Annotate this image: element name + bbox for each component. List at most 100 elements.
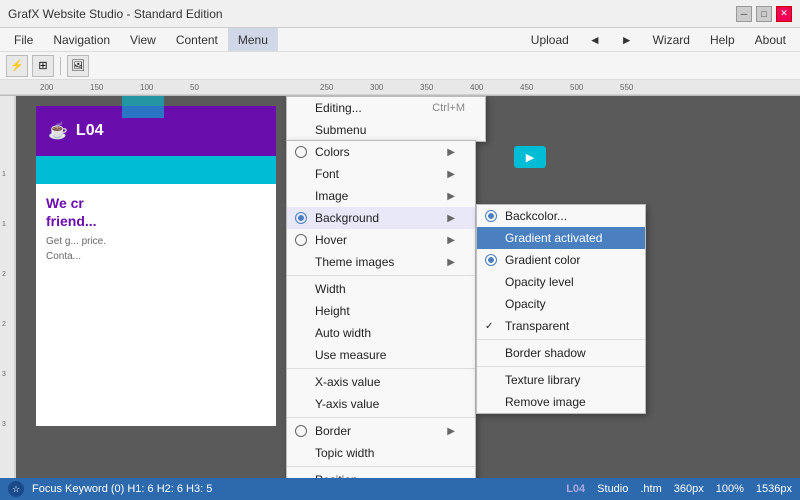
menu-position[interactable]: Position [287, 469, 475, 478]
menu-font[interactable]: Font ▶ [287, 163, 475, 185]
status-right: L04 Studio .htm 360px 100% 1536px [566, 483, 792, 495]
status-text: Focus Keyword (0) H1: 6 H2: 6 H3: 5 [32, 483, 212, 495]
svg-text:1: 1 [2, 171, 6, 178]
vertical-ruler: 50 1 1 2 2 3 3 [0, 96, 16, 478]
title-bar: GrafX Website Studio - Standard Edition … [0, 0, 800, 28]
svg-text:150: 150 [90, 83, 104, 92]
site-content: We crfriend... Get g... price. Conta... [36, 184, 276, 272]
canvas-area: ☕ L04 We crfriend... Get g... price. Con… [16, 96, 800, 478]
status-bar: ☆ Focus Keyword (0) H1: 6 H2: 6 H3: 5 L0… [0, 478, 800, 500]
svg-text:2: 2 [2, 321, 6, 328]
maximize-button[interactable]: □ [756, 6, 772, 22]
toolbar-btn-1[interactable]: ⚡ [6, 55, 28, 77]
toolbar-separator [60, 57, 61, 75]
sep3 [287, 417, 475, 418]
svg-text:2: 2 [2, 271, 6, 278]
bg-opacity-level[interactable]: Opacity level [477, 271, 645, 293]
menu-x-axis[interactable]: X-axis value [287, 371, 475, 393]
menu-use-measure[interactable]: Use measure [287, 344, 475, 366]
sep4 [287, 466, 475, 467]
bg-gradient-activated[interactable]: Gradient activated [477, 227, 645, 249]
menu-navigation[interactable]: Navigation [43, 28, 120, 51]
menu-background[interactable]: Background ▶ [287, 207, 475, 229]
status-studio: Studio [597, 483, 628, 495]
svg-text:3: 3 [2, 421, 6, 428]
close-button[interactable]: ✕ [776, 6, 792, 22]
bg-gradient-color[interactable]: Gradient color [477, 249, 645, 271]
svg-text:550: 550 [620, 83, 634, 92]
window-controls: ─ □ ✕ [736, 6, 792, 22]
toolbar: ⚡ ⊞ 🖼 [0, 52, 800, 80]
menu-theme-images[interactable]: Theme images ▶ [287, 251, 475, 273]
menu-view[interactable]: View [120, 28, 166, 51]
menu-bar: File Navigation View Content Menu Upload… [0, 28, 800, 52]
site-contact: Conta... [46, 251, 266, 262]
menu-height[interactable]: Height [287, 300, 475, 322]
menu-image[interactable]: Image ▶ [287, 185, 475, 207]
menu-width[interactable]: Width [287, 278, 475, 300]
menu-content[interactable]: Content [166, 28, 228, 51]
menu-about[interactable]: About [745, 28, 796, 51]
submenu-item[interactable]: Submenu [287, 119, 485, 141]
editing-dropdown: Editing... Ctrl+M Submenu [286, 96, 486, 142]
menu-file[interactable]: File [4, 28, 43, 51]
bg-border-shadow[interactable]: Border shadow [477, 342, 645, 364]
bg-remove-image[interactable]: Remove image [477, 391, 645, 413]
editing-item[interactable]: Editing... Ctrl+M [287, 97, 485, 119]
sep2 [287, 368, 475, 369]
menu-topic-width[interactable]: Topic width [287, 442, 475, 464]
svg-text:450: 450 [520, 83, 534, 92]
menu-prev[interactable]: ◄ [579, 28, 611, 51]
svg-text:300: 300 [370, 83, 384, 92]
svg-text:250: 250 [320, 83, 334, 92]
bg-backcolor[interactable]: Backcolor... [477, 205, 645, 227]
menu-wizard[interactable]: Wizard [643, 28, 700, 51]
toolbar-btn-2[interactable]: ⊞ [32, 55, 54, 77]
status-zoom: 100% [716, 483, 744, 495]
nav-indicator: ▶ [514, 146, 546, 168]
menu-colors[interactable]: Colors ▶ [287, 141, 475, 163]
svg-text:400: 400 [470, 83, 484, 92]
svg-text:350: 350 [420, 83, 434, 92]
status-htm: .htm [640, 483, 661, 495]
menu-y-axis[interactable]: Y-axis value [287, 393, 475, 415]
menu-auto-width[interactable]: Auto width [287, 322, 475, 344]
nav-highlight [122, 96, 164, 118]
site-logo-text: L04 [76, 122, 104, 140]
bg-opacity[interactable]: Opacity [477, 293, 645, 315]
background-submenu: Backcolor... Gradient activated Gradient… [476, 204, 646, 414]
minimize-button[interactable]: ─ [736, 6, 752, 22]
svg-text:50: 50 [0, 138, 2, 146]
menu-next[interactable]: ► [611, 28, 643, 51]
site-preview: ☕ L04 We crfriend... Get g... price. Con… [36, 106, 276, 426]
status-size: 360px [674, 483, 704, 495]
site-nav [36, 156, 276, 184]
horizontal-ruler: 200 150 100 50 250 300 350 400 450 500 5… [0, 80, 800, 96]
main-dropdown: Colors ▶ Font ▶ Image ▶ Background ▶ Hov… [286, 140, 476, 478]
status-logo: L04 [566, 483, 585, 495]
status-res: 1536px [756, 483, 792, 495]
site-logo-icon: ☕ [48, 121, 68, 141]
svg-text:500: 500 [570, 83, 584, 92]
site-heading: We crfriend... [46, 194, 266, 230]
menu-menu[interactable]: Menu [228, 28, 278, 51]
sep1 [287, 275, 475, 276]
menu-border[interactable]: Border ▶ [287, 420, 475, 442]
bg-sep [477, 339, 645, 340]
menu-hover[interactable]: Hover ▶ [287, 229, 475, 251]
bg-sep2 [477, 366, 645, 367]
svg-text:50: 50 [190, 83, 199, 92]
menu-upload[interactable]: Upload [521, 28, 579, 51]
svg-text:3: 3 [2, 371, 6, 378]
svg-text:1: 1 [2, 221, 6, 228]
bg-transparent[interactable]: Transparent [477, 315, 645, 337]
svg-text:200: 200 [40, 83, 54, 92]
window-title: GrafX Website Studio - Standard Edition [8, 7, 223, 21]
site-paragraph: Get g... price. [46, 236, 266, 247]
menu-help[interactable]: Help [700, 28, 745, 51]
svg-text:100: 100 [140, 83, 154, 92]
toolbar-btn-3[interactable]: 🖼 [67, 55, 89, 77]
status-icon: ☆ [8, 481, 24, 497]
bg-texture-library[interactable]: Texture library [477, 369, 645, 391]
main-area: 50 1 1 2 2 3 3 ☕ L04 We crfriend... Get … [0, 96, 800, 478]
